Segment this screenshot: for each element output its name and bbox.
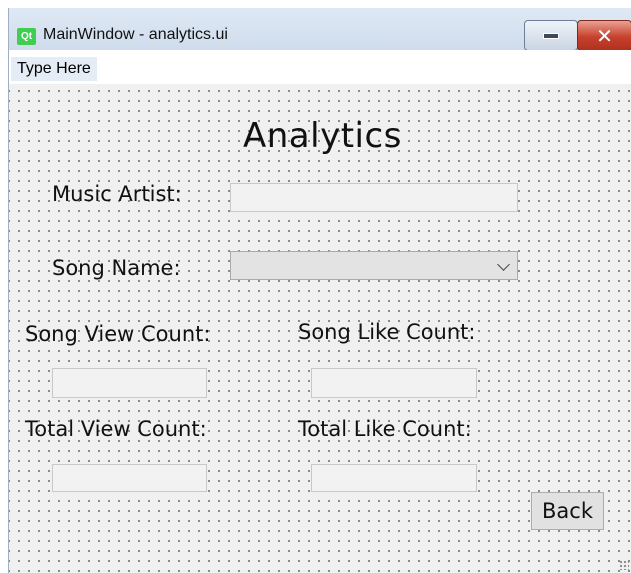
window-title: MainWindow - analytics.ui [43,26,228,43]
minimize-icon [543,32,559,39]
minimize-button[interactable] [524,20,578,51]
page-title: Analytics [243,116,402,156]
music-artist-field[interactable] [230,183,518,212]
song-like-count-label: Song Like Count: [298,320,476,344]
music-artist-label: Music Artist: [52,182,182,206]
song-name-label: Song Name: [52,256,181,280]
song-name-dropdown[interactable] [230,251,518,280]
total-like-count-label: Total Like Count: [298,417,472,441]
resize-grip[interactable] [619,560,629,570]
total-view-count-field[interactable] [52,464,207,492]
total-view-count-label: Total View Count: [25,417,207,441]
menu-type-here[interactable]: Type Here [11,57,97,81]
title-bar[interactable]: Qt MainWindow - analytics.ui ✕ [9,8,631,51]
chevron-down-icon [497,258,510,271]
close-icon: ✕ [596,23,613,48]
qt-logo-icon: Qt [17,28,36,45]
close-button[interactable]: ✕ [577,20,631,51]
song-view-count-field[interactable] [52,368,207,398]
menu-bar: Type Here [9,50,631,84]
main-window: Qt MainWindow - analytics.ui ✕ Type Here… [8,8,631,573]
total-like-count-field[interactable] [311,464,477,492]
song-view-count-label: Song View Count: [25,322,211,346]
form-canvas: Analytics Music Artist: Song Name: Song … [9,84,631,573]
back-button[interactable]: Back [531,492,604,530]
song-like-count-field[interactable] [311,368,477,398]
